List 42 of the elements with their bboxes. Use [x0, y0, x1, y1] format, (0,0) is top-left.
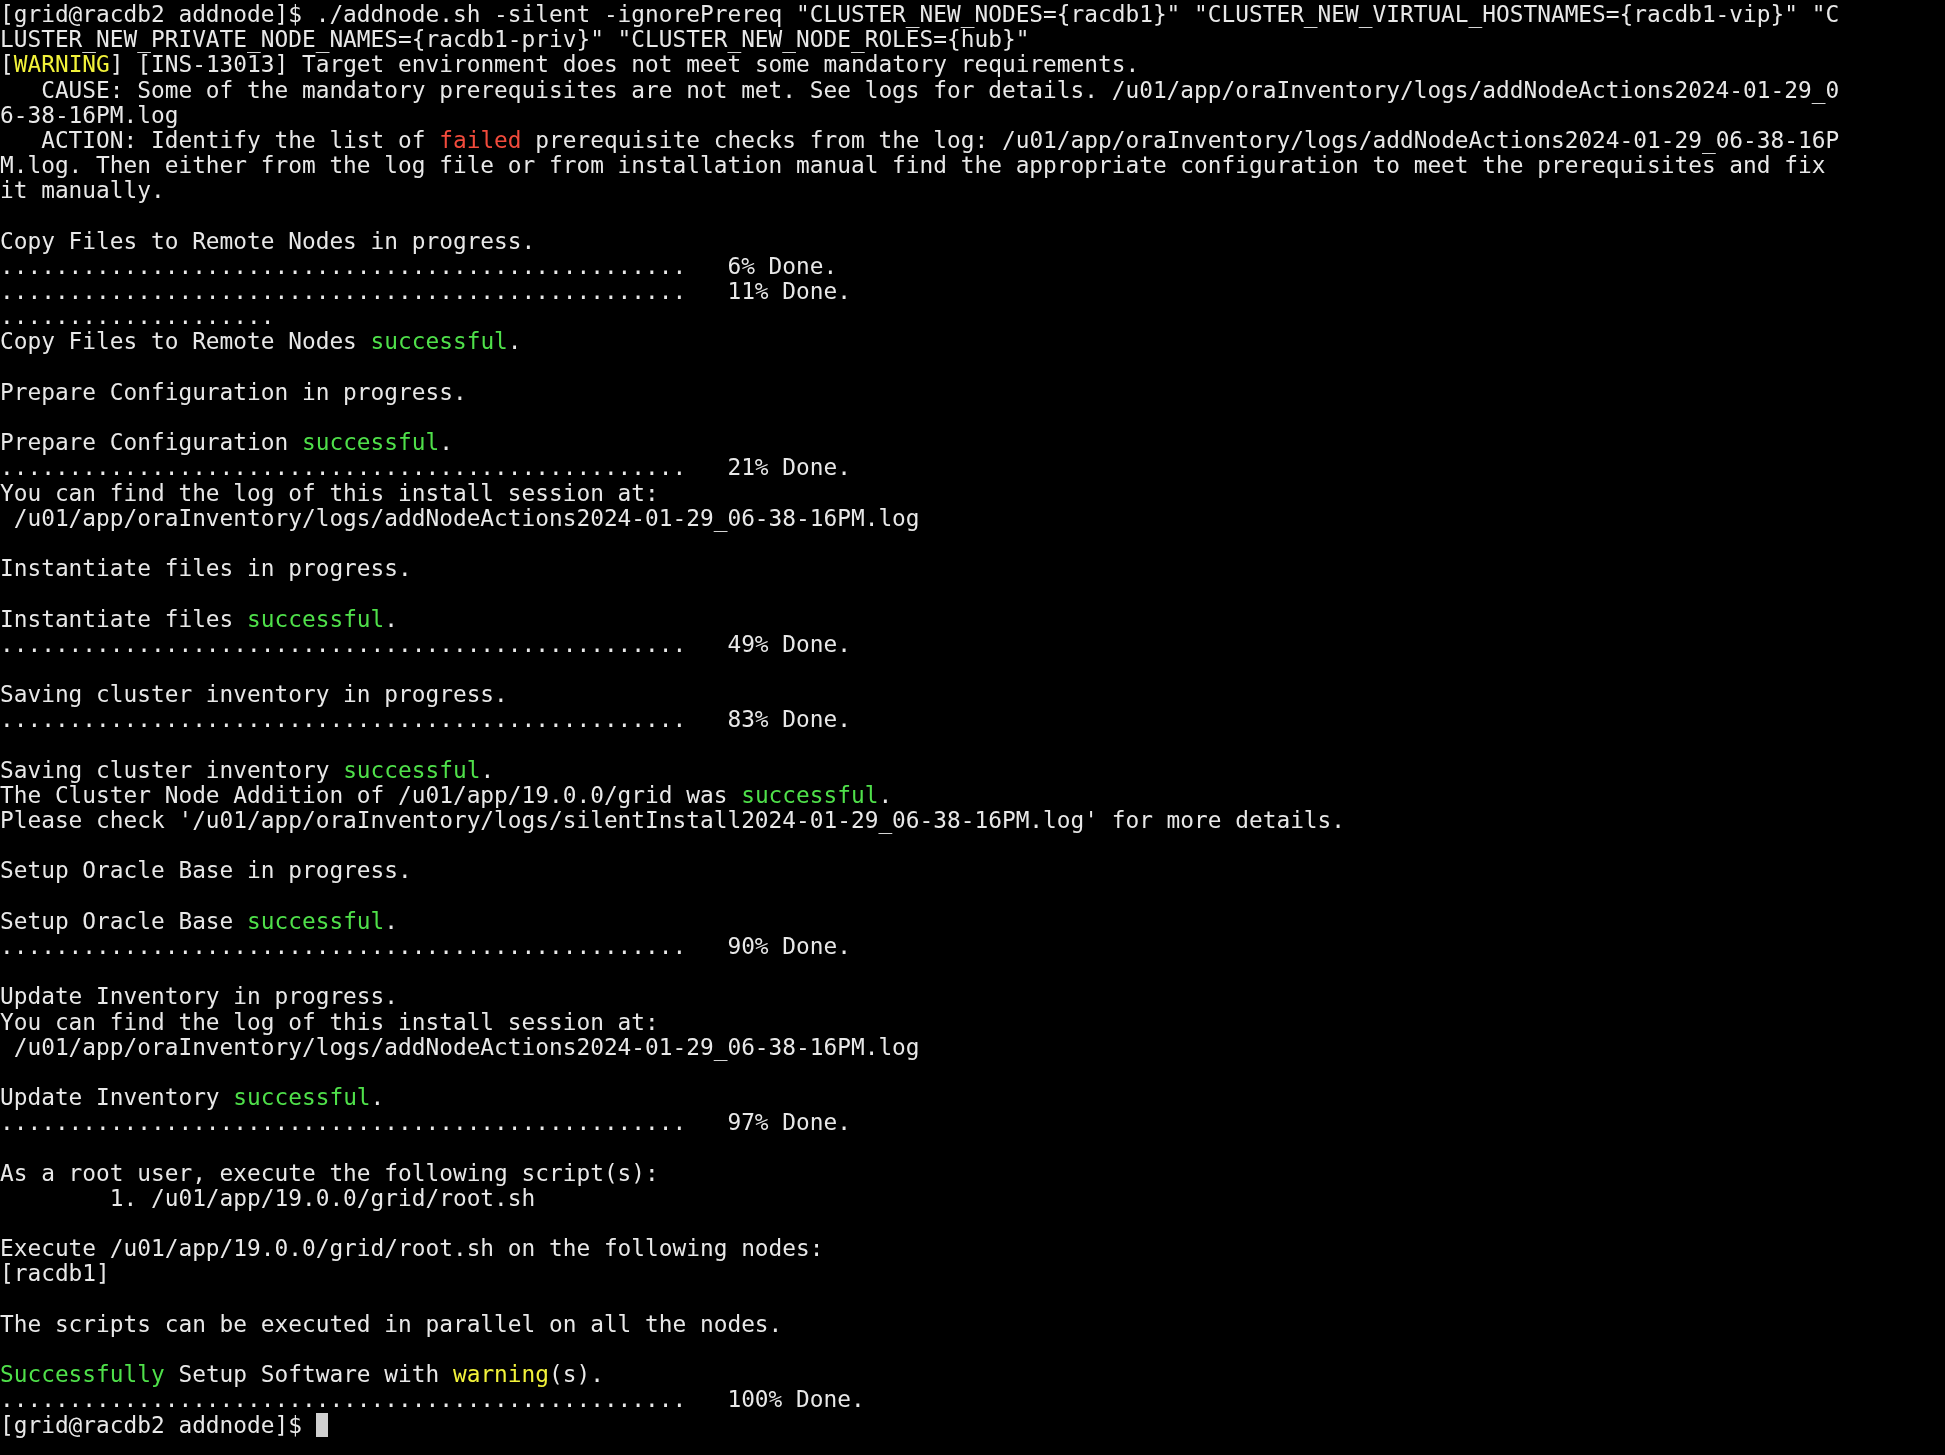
terminal-line: Execute /u01/app/19.0.0/grid/root.sh on the following nodes: — [0, 1236, 824, 1262]
terminal-line: 1. /u01/app/19.0.0/grid/root.sh — [108, 1185, 536, 1211]
terminal-line: Saving cluster inventory successful. — [0, 757, 495, 783]
terminal-line: .................................................. 6% Done. — [0, 253, 838, 280]
terminal-line: it manually. — [0, 178, 165, 204]
terminal-line: .................................................. 49% Done. — [0, 631, 851, 657]
terminal-line: Prepare Configuration successful. — [0, 430, 453, 456]
terminal-line: As a root user, execute the following script(s): — [0, 1160, 659, 1186]
terminal-line: M.log. Then either from the log file or from installation manual find the appropriate configuration to meet the prerequisites and fix — [0, 153, 1826, 179]
terminal-line: Update Inventory in progress. — [0, 984, 399, 1010]
terminal-line: Prepare Configuration in progress. — [0, 379, 467, 405]
terminal-line: /u01/app/oraInventory/logs/addNodeActions2024-01-29_06-38-16PM.log — [12, 505, 920, 531]
terminal-line: Successfully Setup Software with warning(s). — [0, 1362, 604, 1388]
terminal-line: .................................................. 83% Done. — [0, 707, 851, 733]
terminal-line: You can find the log of this install session at: — [0, 1009, 659, 1035]
terminal-line: Setup Oracle Base successful. — [0, 908, 399, 934]
terminal-line: /u01/app/oraInventory/logs/addNodeActions2024-01-29_06-38-16PM.log — [12, 1034, 920, 1060]
terminal-line: [grid@racdb2 addnode]$ ./addnode.sh -silent -ignorePrereq "CLUSTER_NEW_NODES={racdb1}" "CLUSTER_NEW_VIRTUAL_HOSTNAMES={racdb1-vip}" "C — [0, 2, 1840, 28]
terminal-line: You can find the log of this install session at: — [0, 480, 659, 506]
terminal-line: LUSTER_NEW_PRIVATE_NODE_NAMES={racdb1-priv}" "CLUSTER_NEW_NODE_ROLES={hub}" — [0, 27, 1030, 53]
terminal-line: Please check '/u01/app/oraInventory/logs/silentInstall2024-01-29_06-38-16PM.log' for more details. — [0, 808, 1346, 834]
terminal-line: .................... — [0, 304, 275, 330]
terminal-line: [grid@racdb2 addnode]$ — [0, 1412, 303, 1438]
terminal-line: .................................................. 11% Done. — [0, 279, 851, 305]
terminal-line: The Cluster Node Addition of /u01/app/19.0.0/grid was successful. — [0, 782, 893, 808]
terminal-line: .................................................. 100% Done. — [0, 1387, 865, 1413]
terminal-line: Copy Files to Remote Nodes successful. — [0, 329, 522, 355]
terminal-line: CAUSE: Some of the mandatory prerequisites are not met. See logs for details. /u01/app/oraInventory/logs/addNodeActions2024-01-29_0 — [40, 77, 1840, 103]
terminal-line: Setup Oracle Base in progress. — [0, 858, 412, 884]
terminal-line: Instantiate files successful. — [0, 606, 399, 632]
terminal-line: Saving cluster inventory in progress. — [0, 682, 508, 708]
terminal-line: Instantiate files in progress. — [0, 556, 412, 582]
terminal-line: Update Inventory successful. — [0, 1085, 385, 1111]
terminal-line: .................................................. 90% Done. — [0, 933, 851, 960]
terminal-line: The scripts can be executed in parallel on all the nodes. — [0, 1311, 783, 1337]
terminal-line: .................................................. 97% Done. — [0, 1110, 851, 1136]
terminal-line: [racdb1] — [0, 1261, 110, 1287]
terminal-line: [WARNING] [INS-13013] Target environment does not meet some mandatory requirements. — [0, 52, 1140, 78]
terminal-line: Copy Files to Remote Nodes in progress. — [0, 228, 536, 254]
terminal-line: ACTION: Identify the list of failed prerequisite checks from the log: /u01/app/oraInventory/logs/addNodeActions2024-01-29_06-38-16P — [41, 127, 1840, 154]
terminal-line: .................................................. 21% Done. — [0, 455, 851, 481]
terminal-line: 6-38-16PM.log — [0, 102, 179, 128]
